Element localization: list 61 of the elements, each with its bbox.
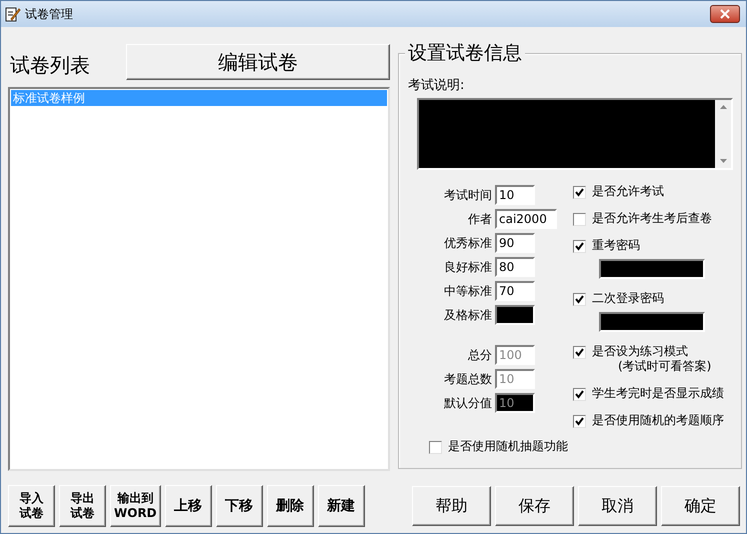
password-field[interactable] — [599, 259, 705, 279]
checkmark-icon — [575, 417, 584, 426]
field-label: 考题总数 — [443, 370, 492, 388]
edit-paper-button[interactable]: 编辑试卷 — [126, 44, 390, 80]
close-button[interactable] — [710, 5, 740, 23]
input-field[interactable]: 70 — [495, 281, 535, 301]
input-field[interactable]: 90 — [495, 233, 535, 253]
field-label: 及格标准 — [443, 306, 492, 324]
description-label: 考试说明: — [408, 77, 466, 94]
dialog-button[interactable]: 帮助 — [412, 486, 491, 526]
input-field[interactable]: cai2000 — [495, 209, 557, 229]
checkbox-label: 是否使用随机抽题功能 — [448, 439, 568, 454]
checkmark-icon — [575, 390, 584, 399]
checkbox[interactable] — [573, 415, 586, 428]
list-title: 试卷列表 — [9, 52, 90, 78]
field-label: 考试时间 — [443, 186, 492, 204]
pencil-notepad-icon — [5, 6, 21, 22]
field-label: 优秀标准 — [443, 234, 492, 252]
password-field[interactable] — [599, 312, 705, 332]
field-label: 中等标准 — [443, 282, 492, 300]
close-icon — [720, 9, 730, 19]
checkbox[interactable] — [573, 186, 586, 199]
checkbox[interactable] — [573, 346, 586, 359]
checkbox-label: 二次登录密码 — [592, 291, 664, 306]
checkbox-label: 是否设为练习模式 (考试时可看答案) — [592, 344, 712, 374]
checkmark-icon — [575, 348, 584, 357]
toolbar-button[interactable]: 上移 — [164, 485, 212, 527]
checkbox-label: 是否允许考生考后查卷 — [592, 211, 712, 226]
toolbar-button[interactable]: 导入 试卷 — [8, 485, 55, 527]
window-title: 试卷管理 — [25, 6, 73, 22]
checkbox-label: 学生考完时是否显示成绩 — [592, 386, 724, 401]
toolbar-button[interactable]: 新建 — [318, 485, 365, 527]
field-label: 总分 — [467, 346, 492, 364]
field-label: 良好标准 — [443, 258, 492, 276]
description-field[interactable] — [417, 98, 733, 170]
checkbox[interactable] — [573, 388, 586, 401]
toolbar-button[interactable]: 删除 — [266, 485, 314, 527]
toolbar-button[interactable]: 导出 试卷 — [59, 485, 106, 527]
scrollbar[interactable] — [715, 100, 731, 168]
field-label: 默认分值 — [443, 394, 492, 412]
dialog-button[interactable]: 取消 — [578, 486, 657, 526]
checkmark-icon — [575, 188, 584, 197]
toolbar-button[interactable]: 下移 — [216, 485, 263, 527]
input-field[interactable]: 80 — [495, 257, 535, 277]
checkbox[interactable] — [573, 293, 586, 306]
up-arrow-icon — [720, 105, 726, 109]
input-field[interactable]: 10 — [495, 185, 535, 205]
dialog-button[interactable]: 保存 — [495, 486, 574, 526]
input-field[interactable] — [495, 305, 535, 325]
down-arrow-icon — [720, 159, 726, 163]
checkbox[interactable] — [573, 213, 586, 226]
checkbox[interactable] — [573, 240, 586, 253]
checkmark-icon — [575, 242, 584, 251]
field-label: 作者 — [467, 210, 492, 228]
dialog-button[interactable]: 确定 — [661, 486, 740, 526]
checkbox-label: 是否允许考试 — [592, 184, 664, 199]
toolbar-button[interactable]: 输出到 WORD — [110, 485, 161, 527]
checkmark-icon — [575, 295, 584, 304]
checkbox-label: 重考密码 — [592, 238, 640, 253]
checkbox[interactable] — [429, 441, 442, 454]
checkbox-label: 是否使用随机的考题顺序 — [592, 413, 724, 428]
